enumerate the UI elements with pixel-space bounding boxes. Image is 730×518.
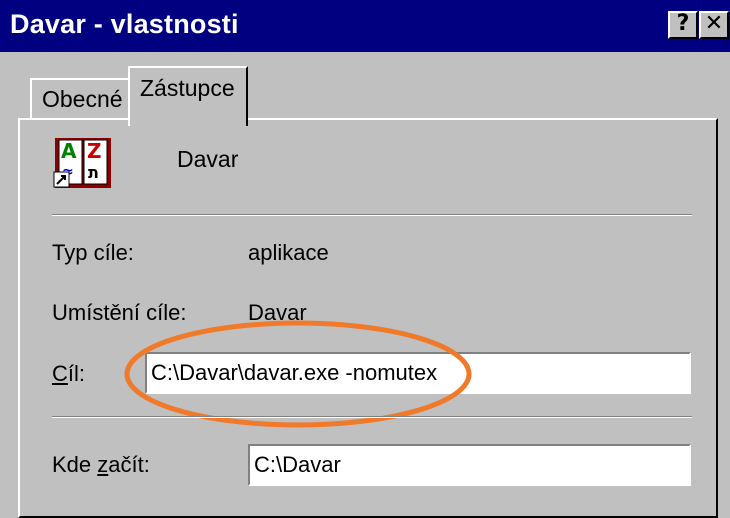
target-type-label: Typ cíle: — [52, 240, 134, 265]
target-field[interactable] — [145, 352, 691, 394]
help-button[interactable]: ? — [668, 11, 698, 39]
tab-zastupce[interactable]: Zástupce — [128, 66, 248, 126]
target-label-accelerator: C — [52, 361, 68, 386]
target-label: Cíl: — [52, 361, 85, 387]
start-in-label: Kde začít: — [52, 452, 150, 478]
close-button[interactable]: ✕ — [699, 11, 729, 39]
svg-text:Z: Z — [87, 139, 102, 163]
svg-text:ת: ת — [88, 163, 99, 182]
title-bar[interactable]: Davar - vlastnosti ? ✕ — [0, 0, 730, 52]
tab-obecne[interactable]: Obecné — [30, 78, 132, 120]
svg-text:A: A — [61, 139, 77, 163]
start-in-label-a: Kde — [52, 452, 98, 477]
shortcut-name: Davar — [177, 146, 239, 172]
target-location-label: Umístění cíle: — [52, 300, 187, 325]
start-in-label-accelerator: z — [97, 452, 109, 477]
tab-label: Obecné — [42, 86, 123, 112]
target-label-text: íl: — [67, 361, 86, 386]
target-type-value: aplikace — [248, 240, 329, 265]
start-in-field[interactable] — [248, 444, 691, 486]
separator — [52, 214, 692, 216]
target-location-value: Davar — [248, 300, 307, 325]
window-title: Davar - vlastnosti — [10, 9, 239, 39]
tab-label: Zástupce — [140, 75, 235, 101]
separator — [52, 416, 692, 418]
dictionary-shortcut-icon: A Z ≈ ת — [53, 138, 111, 188]
start-in-label-b: ačít: — [108, 452, 150, 477]
